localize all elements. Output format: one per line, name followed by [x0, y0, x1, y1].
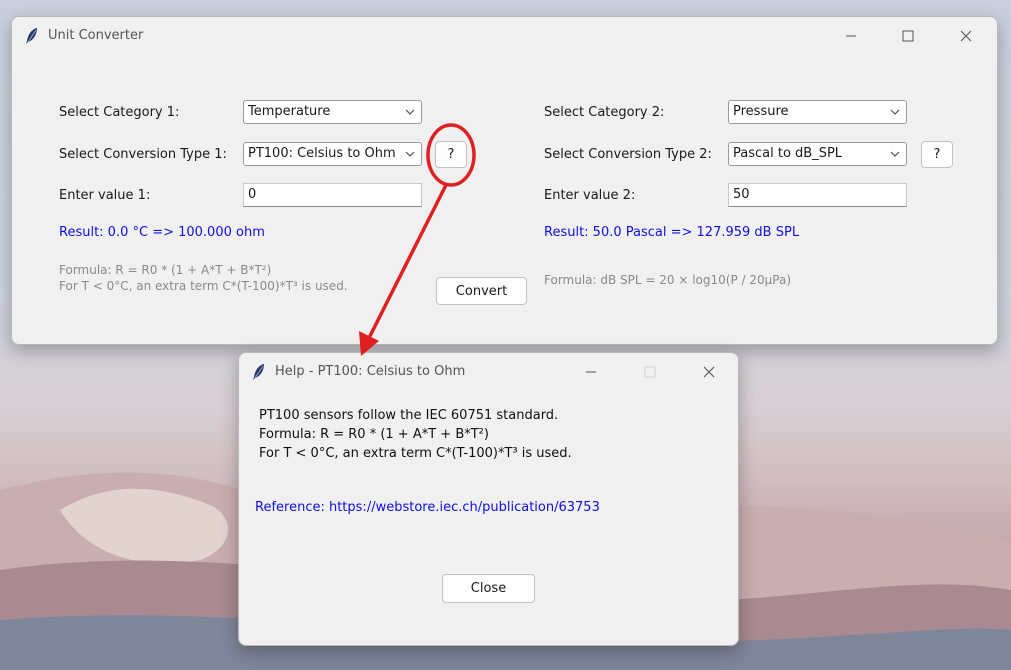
help-window: Help - PT100: Celsius to Ohm PT100 senso…	[238, 352, 739, 646]
conv-type2-select[interactable]: Pascal to dB_SPL	[728, 142, 907, 166]
main-window: Unit Converter Select Category 1: Temper…	[11, 16, 998, 345]
minimize-icon	[586, 371, 596, 373]
main-titlebar[interactable]: Unit Converter	[12, 17, 997, 55]
close-icon	[703, 366, 715, 378]
feather-icon	[253, 364, 264, 380]
feather-icon	[26, 28, 37, 44]
minimize-button[interactable]	[828, 21, 874, 51]
help2-button[interactable]: ?	[921, 141, 953, 168]
formula1-line1: Formula: R = R0 * (1 + A*T + B*T²)	[59, 263, 272, 277]
maximize-icon	[644, 366, 656, 378]
conv-type1-label: Select Conversion Type 1:	[59, 147, 227, 162]
help-titlebar[interactable]: Help - PT100: Celsius to Ohm	[239, 353, 738, 391]
value1-input[interactable]: 0	[243, 183, 422, 207]
value1-label: Enter value 1:	[59, 188, 151, 203]
formula1-text: Formula: R = R0 * (1 + A*T + B*T²) For T…	[59, 262, 348, 294]
chevron-down-icon	[405, 109, 415, 115]
maximize-button[interactable]	[885, 21, 931, 51]
close-icon	[960, 30, 972, 42]
category2-value: Pressure	[733, 104, 789, 119]
main-window-title: Unit Converter	[48, 28, 144, 43]
help-window-title: Help - PT100: Celsius to Ohm	[275, 364, 466, 379]
minimize-icon	[846, 35, 856, 37]
category1-label: Select Category 1:	[59, 105, 180, 120]
maximize-icon	[902, 30, 914, 42]
help1-button[interactable]: ?	[435, 141, 467, 168]
convert-button[interactable]: Convert	[436, 277, 527, 305]
value2-label: Enter value 2:	[544, 188, 636, 203]
chevron-down-icon	[405, 151, 415, 157]
help-line3: For T < 0°C, an extra term C*(T-100)*T³ …	[259, 446, 572, 461]
close-button[interactable]	[943, 21, 989, 51]
help-close-button[interactable]	[686, 357, 732, 387]
chevron-down-icon	[890, 109, 900, 115]
category1-select[interactable]: Temperature	[243, 100, 422, 124]
category2-label: Select Category 2:	[544, 105, 665, 120]
conv-type1-value: PT100: Celsius to Ohm	[248, 146, 396, 161]
result2-text: Result: 50.0 Pascal => 127.959 dB SPL	[544, 225, 800, 240]
reference-link[interactable]: Reference: https://webstore.iec.ch/publi…	[255, 500, 600, 515]
help-line2: Formula: R = R0 * (1 + A*T + B*T²)	[259, 427, 489, 442]
value2-input[interactable]: 50	[728, 183, 907, 207]
conv-type2-value: Pascal to dB_SPL	[733, 146, 843, 161]
formula2-text: Formula: dB SPL = 20 × log10(P / 20μPa)	[544, 273, 792, 287]
category2-select[interactable]: Pressure	[728, 100, 907, 124]
help-body: PT100 sensors follow the IEC 60751 stand…	[259, 406, 572, 463]
category1-value: Temperature	[248, 104, 331, 119]
chevron-down-icon	[890, 151, 900, 157]
result1-text: Result: 0.0 °C => 100.000 ohm	[59, 225, 265, 240]
conv-type2-label: Select Conversion Type 2:	[544, 147, 712, 162]
help-close-action-button[interactable]: Close	[442, 574, 535, 603]
help-maximize-button	[627, 357, 673, 387]
formula1-line2: For T < 0°C, an extra term C*(T-100)*T³ …	[59, 279, 348, 293]
conv-type1-select[interactable]: PT100: Celsius to Ohm	[243, 142, 422, 166]
help-minimize-button[interactable]	[568, 357, 614, 387]
help-line1: PT100 sensors follow the IEC 60751 stand…	[259, 408, 559, 423]
